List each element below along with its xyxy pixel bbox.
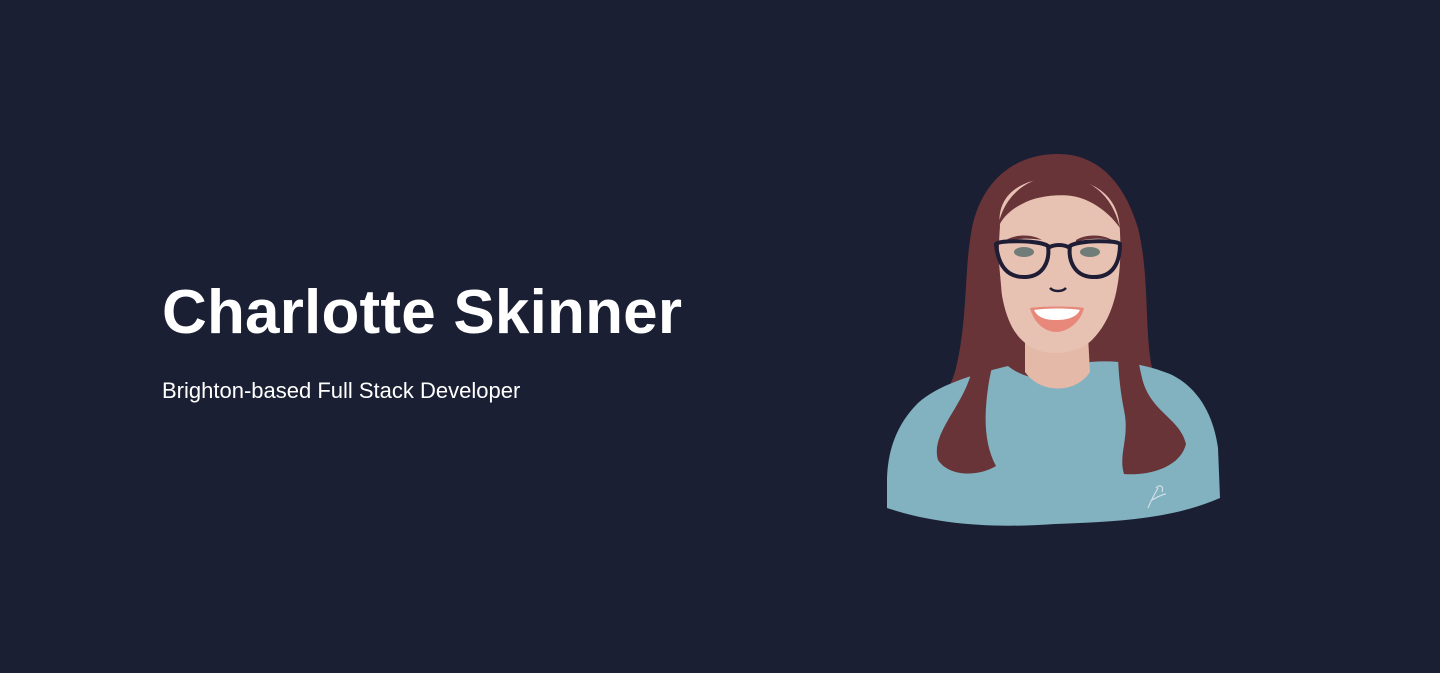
hero-name: Charlotte Skinner [162, 278, 683, 347]
left-eye [1014, 247, 1034, 257]
intro-block: Charlotte Skinner Brighton-based Full St… [162, 276, 802, 406]
avatar-illustration [887, 154, 1220, 526]
right-eye [1080, 247, 1100, 257]
portrait-illustration [880, 148, 1225, 533]
hair-front-right [1117, 230, 1186, 475]
hero-tagline: Brighton-based Full Stack Developer [162, 378, 521, 403]
hero-section: Charlotte Skinner Brighton-based Full St… [0, 0, 1440, 673]
